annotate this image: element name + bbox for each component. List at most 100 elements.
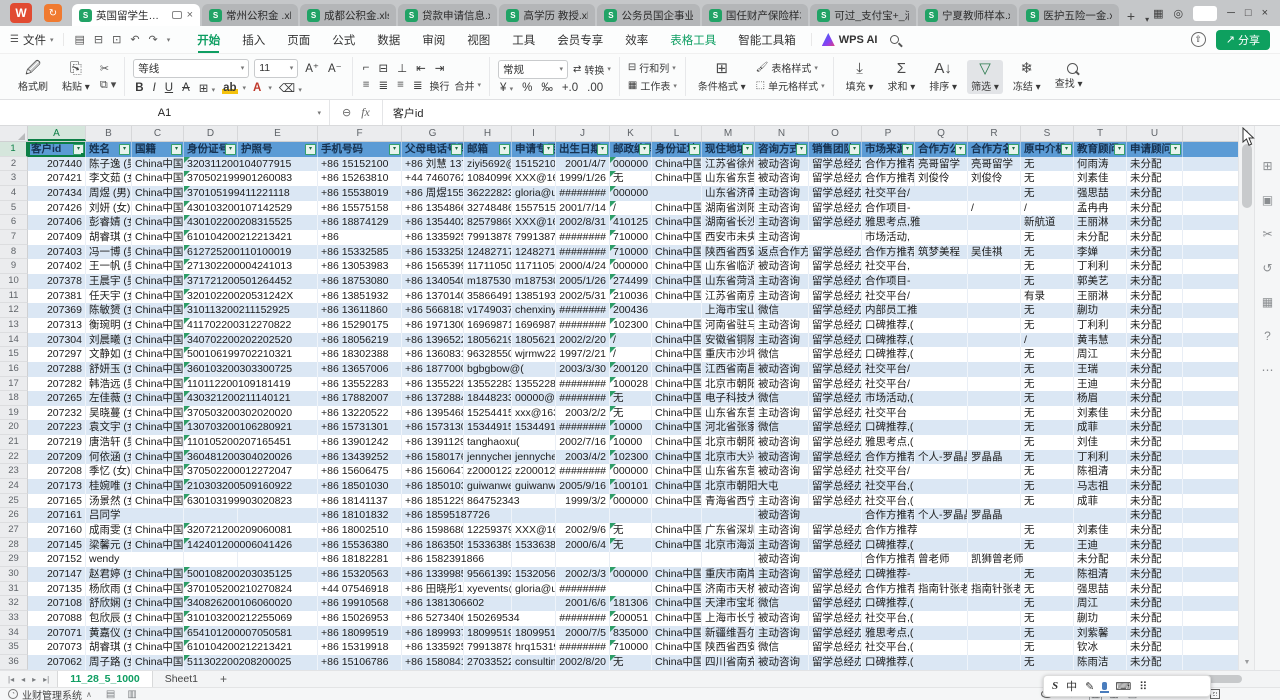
grid-cell[interactable]: +86 15290175: [318, 318, 402, 333]
grid-cell[interactable]: 合作方推荐: [862, 450, 915, 465]
grid-cell[interactable]: 000000: [610, 494, 652, 509]
grid-cell[interactable]: 无: [1021, 567, 1074, 582]
grid-cell[interactable]: China中国: [652, 611, 702, 626]
grid-cell[interactable]: 无: [610, 655, 652, 670]
grid-cell[interactable]: China中国: [132, 347, 184, 362]
row-header[interactable]: 4: [0, 186, 28, 201]
grid-cell[interactable]: 湖南省长沙: [702, 215, 755, 230]
grid-cell[interactable]: [238, 230, 318, 245]
grid-cell[interactable]: [968, 640, 1021, 655]
grid-cell[interactable]: 102300: [610, 450, 652, 465]
name-box[interactable]: A1 ▾: [0, 100, 330, 125]
grid-cell[interactable]: [238, 567, 318, 582]
grid-cell[interactable]: 152544154(: [464, 406, 512, 421]
grid-cell[interactable]: 未分配: [1127, 186, 1183, 201]
grid-cell[interactable]: 马志祖: [1074, 479, 1127, 494]
grid-cell[interactable]: [915, 494, 968, 509]
grid-cell[interactable]: +86 13053983: [318, 259, 402, 274]
currency-button[interactable]: ¥ ▾: [498, 82, 515, 94]
header-cell[interactable]: 身份证地▾: [652, 142, 702, 157]
font-name-select[interactable]: 等线▾: [133, 59, 249, 78]
file-tab[interactable]: S常州公积金 .xlsx: [202, 4, 298, 26]
row-header[interactable]: 17: [0, 377, 28, 392]
menu-item-插入[interactable]: 插入: [231, 26, 276, 54]
grid-cell[interactable]: 207288: [28, 362, 86, 377]
grid-cell[interactable]: China中国: [132, 611, 184, 626]
sheet-tab[interactable]: Sheet1: [153, 671, 210, 688]
menu-item-数据[interactable]: 数据: [366, 26, 411, 54]
row-header[interactable]: 24: [0, 479, 28, 494]
grid-cell[interactable]: China中国: [652, 274, 702, 289]
grid-cell[interactable]: 未分配: [1127, 274, 1183, 289]
filter-icon[interactable]: ▾: [543, 144, 554, 155]
filter-icon[interactable]: ▾: [1114, 144, 1125, 155]
sheet-nav-icon-0[interactable]: |◂: [8, 675, 14, 684]
grid-cell[interactable]: +86 15606475: [318, 464, 402, 479]
grid-cell[interactable]: 留学总经办: [809, 435, 862, 450]
grid-cell[interactable]: 王丽淋: [1074, 215, 1127, 230]
grid-cell[interactable]: 2002/2/20: [556, 333, 610, 348]
grid-cell[interactable]: +86 13220522: [318, 406, 402, 421]
grid-cell[interactable]: 衡琬明 (女: [86, 318, 132, 333]
column-header[interactable]: J: [556, 126, 610, 141]
grid-cell[interactable]: [238, 186, 318, 201]
keyboard-icon[interactable]: ⌨: [1115, 680, 1131, 693]
grid-cell[interactable]: [702, 508, 755, 523]
column-header[interactable]: C: [132, 126, 184, 141]
column-header[interactable]: E: [238, 126, 318, 141]
grid-cell[interactable]: 未分配: [1074, 230, 1127, 245]
filter-icon[interactable]: ▾: [451, 144, 462, 155]
grid-cell[interactable]: 留学总经办: [809, 582, 862, 597]
table-style-button[interactable]: 🖌 表格样式 ▾: [756, 60, 825, 75]
header-cell[interactable]: 邮政编码▾: [610, 142, 652, 157]
header-cell[interactable]: 申请顾问▾: [1127, 142, 1183, 157]
number-format-select[interactable]: 常规▾: [498, 60, 568, 79]
grid-cell[interactable]: 207403: [28, 245, 86, 260]
grid-cell[interactable]: 江西省南昌: [702, 362, 755, 377]
grid-cell[interactable]: 1997/2/21: [556, 347, 610, 362]
grid-cell[interactable]: 王瑞: [1074, 362, 1127, 377]
grid-cell[interactable]: [968, 420, 1021, 435]
grid-cell[interactable]: ########: [556, 420, 610, 435]
wps-ai-button[interactable]: WPS AI: [811, 33, 909, 46]
grid-cell[interactable]: +86 15263810: [318, 171, 402, 186]
increase-font-button[interactable]: A⁺: [303, 61, 321, 75]
grid-cell[interactable]: 强思喆: [1074, 186, 1127, 201]
grid-cell[interactable]: [512, 552, 556, 567]
grid-cell[interactable]: 济南市天桥: [702, 582, 755, 597]
grid-cell[interactable]: XXX@163.(: [512, 523, 556, 538]
grid-cell[interactable]: +86 18101832: [318, 508, 402, 523]
grid-cell[interactable]: 微信: [755, 596, 809, 611]
grid-cell[interactable]: 未分配: [1127, 538, 1183, 553]
grid-cell[interactable]: 207406: [28, 215, 86, 230]
grid-cell[interactable]: [968, 435, 1021, 450]
grid-cell[interactable]: 10000: [610, 435, 652, 450]
sum-button[interactable]: Σ 求和 ▾: [883, 60, 919, 94]
grid-cell[interactable]: 138519326: [512, 289, 556, 304]
grid-cell[interactable]: China中国: [132, 435, 184, 450]
grid-cell[interactable]: [238, 523, 318, 538]
grid-cell[interactable]: consultingx: [512, 655, 556, 670]
grid-cell[interactable]: China中国: [132, 420, 184, 435]
grid-cell[interactable]: 口碑推荐,(: [862, 420, 915, 435]
grid-cell[interactable]: 山东省菏泽: [702, 274, 755, 289]
grid-cell[interactable]: [968, 538, 1021, 553]
grid-cell[interactable]: [915, 479, 968, 494]
grid-cell[interactable]: China中国: [652, 230, 702, 245]
filter-icon[interactable]: ▾: [742, 144, 753, 155]
grid-cell[interactable]: [238, 655, 318, 670]
grid-cell[interactable]: [238, 464, 318, 479]
grid-cell[interactable]: [915, 274, 968, 289]
grid-cell[interactable]: xyevents@: [464, 582, 512, 597]
grid-cell[interactable]: 北京市朝阳: [702, 435, 755, 450]
grid-cell[interactable]: [968, 347, 1021, 362]
grid-cell[interactable]: 西安市未央: [702, 230, 755, 245]
grid-cell[interactable]: 无: [1021, 259, 1074, 274]
system-menu[interactable]: ◔ 业财管理系统 ∧: [0, 687, 100, 700]
grid-cell[interactable]: China中国: [132, 171, 184, 186]
grid-cell[interactable]: [512, 611, 556, 626]
grid-cell[interactable]: 刘俊伶: [915, 171, 968, 186]
grid-cell[interactable]: 四川省南充: [702, 655, 755, 670]
grid-cell[interactable]: 未分配: [1127, 582, 1183, 597]
menu-item-表格工具[interactable]: 表格工具: [659, 26, 727, 54]
